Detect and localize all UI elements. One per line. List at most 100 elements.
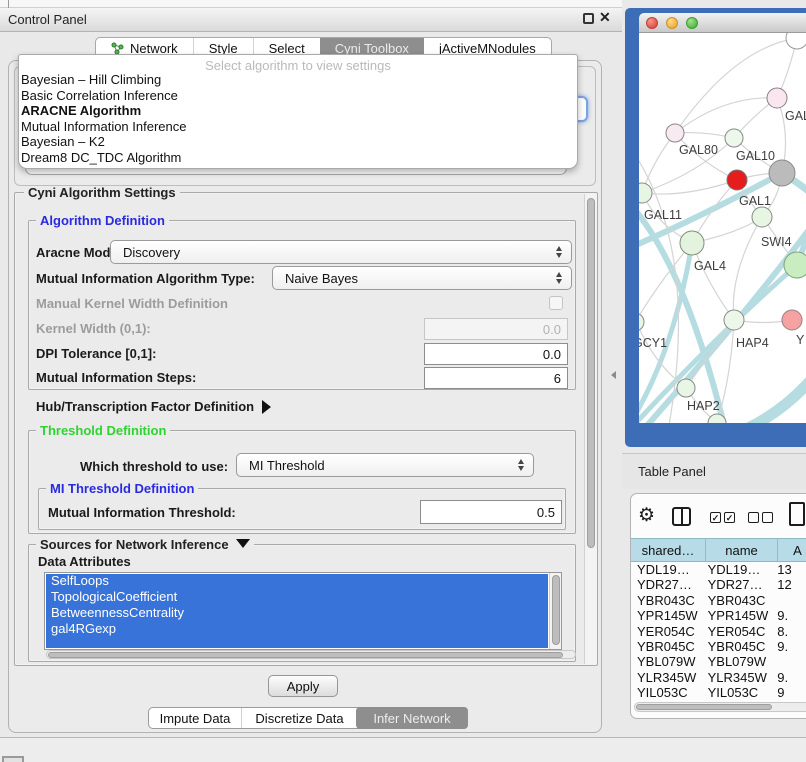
bottom-tab-infer-network[interactable]: Infer Network	[356, 707, 468, 729]
which-threshold-value: MI Threshold	[249, 458, 325, 473]
table-horizontal-scrollbar[interactable]	[634, 702, 806, 712]
table-row[interactable]: YIL053CYIL053C9	[631, 685, 806, 700]
table-cell	[773, 593, 806, 608]
top-strip	[0, 0, 622, 8]
network-node[interactable]	[724, 310, 744, 330]
algorithm-dropdown-placeholder: Select algorithm to view settings	[19, 55, 577, 72]
manual-kernel-width-label: Manual Kernel Width Definition	[36, 296, 228, 311]
deselect-all-icon[interactable]	[748, 512, 759, 523]
network-node[interactable]	[782, 310, 802, 330]
settings-vertical-scrollbar[interactable]	[584, 194, 597, 664]
table-cell: YPR145W	[631, 608, 704, 623]
select-all-icon[interactable]: ✓	[710, 512, 721, 523]
algorithm-option[interactable]: Dream8 DC_TDC Algorithm	[19, 150, 577, 166]
table-row[interactable]: YPR145WYPR145W9.	[631, 608, 806, 623]
network-node-label: GAL4	[694, 259, 726, 273]
table-row[interactable]: YBR045CYBR045C9.	[631, 639, 806, 654]
network-canvas[interactable]: GALGAL80GAL10GAL1GAL11GAL4SWI4GCY1HAP4YH…	[639, 33, 806, 423]
network-node-label: HAP2	[687, 399, 720, 413]
apply-button[interactable]: Apply	[268, 675, 338, 697]
mi-algorithm-type-value: Naive Bayes	[285, 271, 358, 286]
network-node[interactable]	[639, 313, 644, 331]
select-all-icon[interactable]: ✓	[724, 512, 735, 523]
table-cell: YDR27…	[631, 577, 704, 592]
collapsed-arrow-icon	[262, 400, 271, 414]
deselect-all-icon[interactable]	[762, 512, 773, 523]
data-attributes-list[interactable]: SelfLoopsTopologicalCoefficientBetweenne…	[44, 572, 562, 650]
table-cell	[773, 654, 806, 669]
control-panel-titlebar: Control Panel	[0, 8, 622, 32]
algorithm-option[interactable]: Bayesian – Hill Climbing	[19, 72, 577, 88]
network-node[interactable]	[769, 160, 795, 186]
float-panel-icon[interactable]	[583, 13, 594, 24]
mi-steps-field[interactable]: 6	[424, 367, 568, 389]
split-columns-icon[interactable]	[672, 507, 691, 526]
network-node[interactable]	[680, 231, 704, 255]
aracne-mode-combobox[interactable]: Discovery	[110, 240, 572, 264]
table-horizontal-scrollbar-thumb[interactable]	[636, 704, 772, 710]
column-header-3[interactable]: A	[778, 538, 806, 562]
bottom-tab-impute-data[interactable]: Impute Data	[149, 708, 241, 728]
table-row[interactable]: YDR27…YDR27…12	[631, 577, 806, 592]
dpi-tolerance-field[interactable]: 0.0	[424, 343, 568, 365]
network-window-titlebar[interactable]	[639, 13, 806, 33]
close-panel-icon[interactable]: ✕	[599, 9, 611, 26]
network-node[interactable]	[666, 124, 684, 142]
attribute-item[interactable]: TopologicalCoefficient	[45, 589, 561, 605]
zoom-window-icon[interactable]	[686, 17, 698, 29]
network-node[interactable]	[752, 207, 772, 227]
mi-algorithm-type-combobox[interactable]: Naive Bayes	[272, 266, 572, 290]
algorithm-dropdown-popup: Select algorithm to view settings Bayesi…	[18, 54, 578, 169]
splitter-collapse-icon[interactable]	[611, 371, 616, 379]
network-node[interactable]	[784, 252, 806, 278]
attribute-item[interactable]: SelfLoops	[45, 573, 561, 589]
algorithm-option[interactable]: Bayesian – K2	[19, 134, 577, 150]
network-edge[interactable]	[675, 98, 777, 133]
sources-group-toggle[interactable]: Sources for Network Inference	[36, 537, 254, 552]
app-root: Control Panel ✕ NetworkStyleSelectCyni T…	[0, 0, 806, 762]
algorithm-option[interactable]: Basic Correlation Inference	[19, 88, 577, 104]
hub-definition-label: Hub/Transcription Factor Definition	[36, 399, 254, 414]
network-node[interactable]	[767, 88, 787, 108]
hub-definition-toggle[interactable]: Hub/Transcription Factor Definition	[36, 399, 271, 414]
network-node[interactable]	[725, 129, 743, 147]
kernel-width-field[interactable]: 0.0	[424, 318, 568, 340]
network-node[interactable]	[639, 183, 652, 203]
network-node[interactable]	[677, 379, 695, 397]
mi-threshold-label: Mutual Information Threshold:	[48, 505, 236, 520]
which-threshold-combobox[interactable]: MI Threshold	[236, 453, 534, 477]
table-row[interactable]: YBR043CYBR043C	[631, 593, 806, 608]
algorithm-option[interactable]: ARACNE Algorithm	[19, 103, 577, 119]
table-cell: YLR345W	[704, 670, 774, 685]
network-node-label: GAL10	[736, 149, 775, 163]
manual-kernel-width-checkbox[interactable]	[549, 296, 563, 310]
gear-icon[interactable]: ⚙	[638, 504, 655, 527]
network-node[interactable]	[786, 33, 806, 49]
table-row[interactable]: YDL19…YDL19…13	[631, 562, 806, 577]
file-icon[interactable]	[789, 502, 805, 526]
table-row[interactable]: YER054CYER054C8.	[631, 624, 806, 639]
table-cell: YBL079W	[704, 654, 774, 669]
minimize-window-icon[interactable]	[666, 17, 678, 29]
bottom-tab-discretize-data[interactable]: Discretize Data	[241, 708, 357, 728]
column-header-2[interactable]: name	[706, 538, 778, 562]
attribute-list-scrollbar-thumb[interactable]	[552, 575, 560, 645]
network-edge[interactable]	[675, 38, 797, 133]
table-row[interactable]: YLR345WYLR345W9.	[631, 670, 806, 685]
attribute-item[interactable]: BetweennessCentrality	[45, 605, 561, 621]
sources-horizontal-scrollbar-thumb[interactable]	[48, 652, 563, 658]
table-row[interactable]: YBL079WYBL079W	[631, 654, 806, 669]
settings-scrollbar-thumb[interactable]	[587, 198, 595, 548]
algorithm-option[interactable]: Mutual Information Inference	[19, 119, 577, 135]
sources-horizontal-scrollbar[interactable]	[46, 650, 576, 659]
mi-threshold-field[interactable]: 0.5	[420, 500, 562, 524]
top-strip-tick	[8, 0, 9, 8]
network-edge[interactable]	[692, 243, 734, 320]
attribute-item[interactable]: gal4RGexp	[45, 621, 561, 637]
close-window-icon[interactable]	[646, 17, 658, 29]
column-header-1[interactable]: shared…	[631, 538, 706, 562]
network-node[interactable]	[727, 170, 747, 190]
corner-button[interactable]	[2, 756, 24, 762]
network-node-label: GAL11	[644, 208, 682, 222]
attribute-list-scrollbar[interactable]	[549, 573, 561, 649]
